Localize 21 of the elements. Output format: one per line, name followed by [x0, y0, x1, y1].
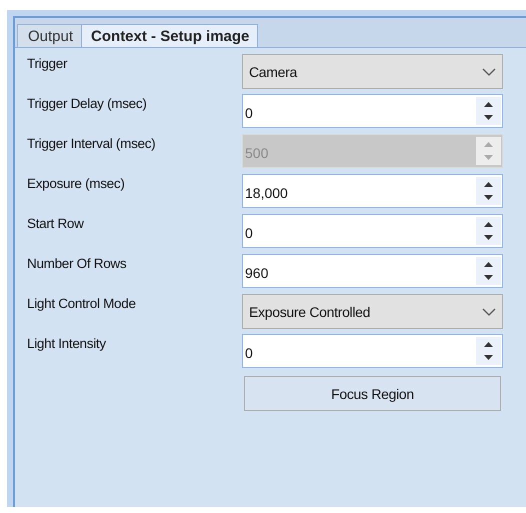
dropdown[interactable]: Camera [242, 54, 503, 89]
chevron-down-icon [482, 68, 496, 76]
number-input[interactable]: 18,000 [242, 174, 503, 208]
field-label: Trigger Delay (msec) [27, 96, 147, 111]
field-label: Trigger Interval (msec) [27, 136, 156, 151]
chevron-down-icon [482, 308, 496, 316]
field-label: Exposure (msec) [27, 176, 125, 191]
number-input[interactable]: 0 [242, 214, 503, 248]
number-input[interactable]: 960 [242, 254, 503, 288]
number-input[interactable]: 0 [242, 334, 503, 368]
number-input: 500 [242, 134, 503, 168]
focus-region-button[interactable]: Focus Region [244, 376, 501, 411]
tab[interactable]: Output [17, 24, 82, 47]
field-label: Number Of Rows [27, 256, 126, 271]
field-label: Light Control Mode [27, 296, 136, 311]
field-label: Trigger [27, 56, 68, 71]
tab[interactable]: Context - Setup image [81, 24, 258, 47]
number-input[interactable]: 0 [242, 94, 503, 128]
field-label: Start Row [27, 216, 84, 231]
field-label: Light Intensity [27, 336, 106, 351]
dropdown[interactable]: Exposure Controlled [242, 294, 503, 329]
